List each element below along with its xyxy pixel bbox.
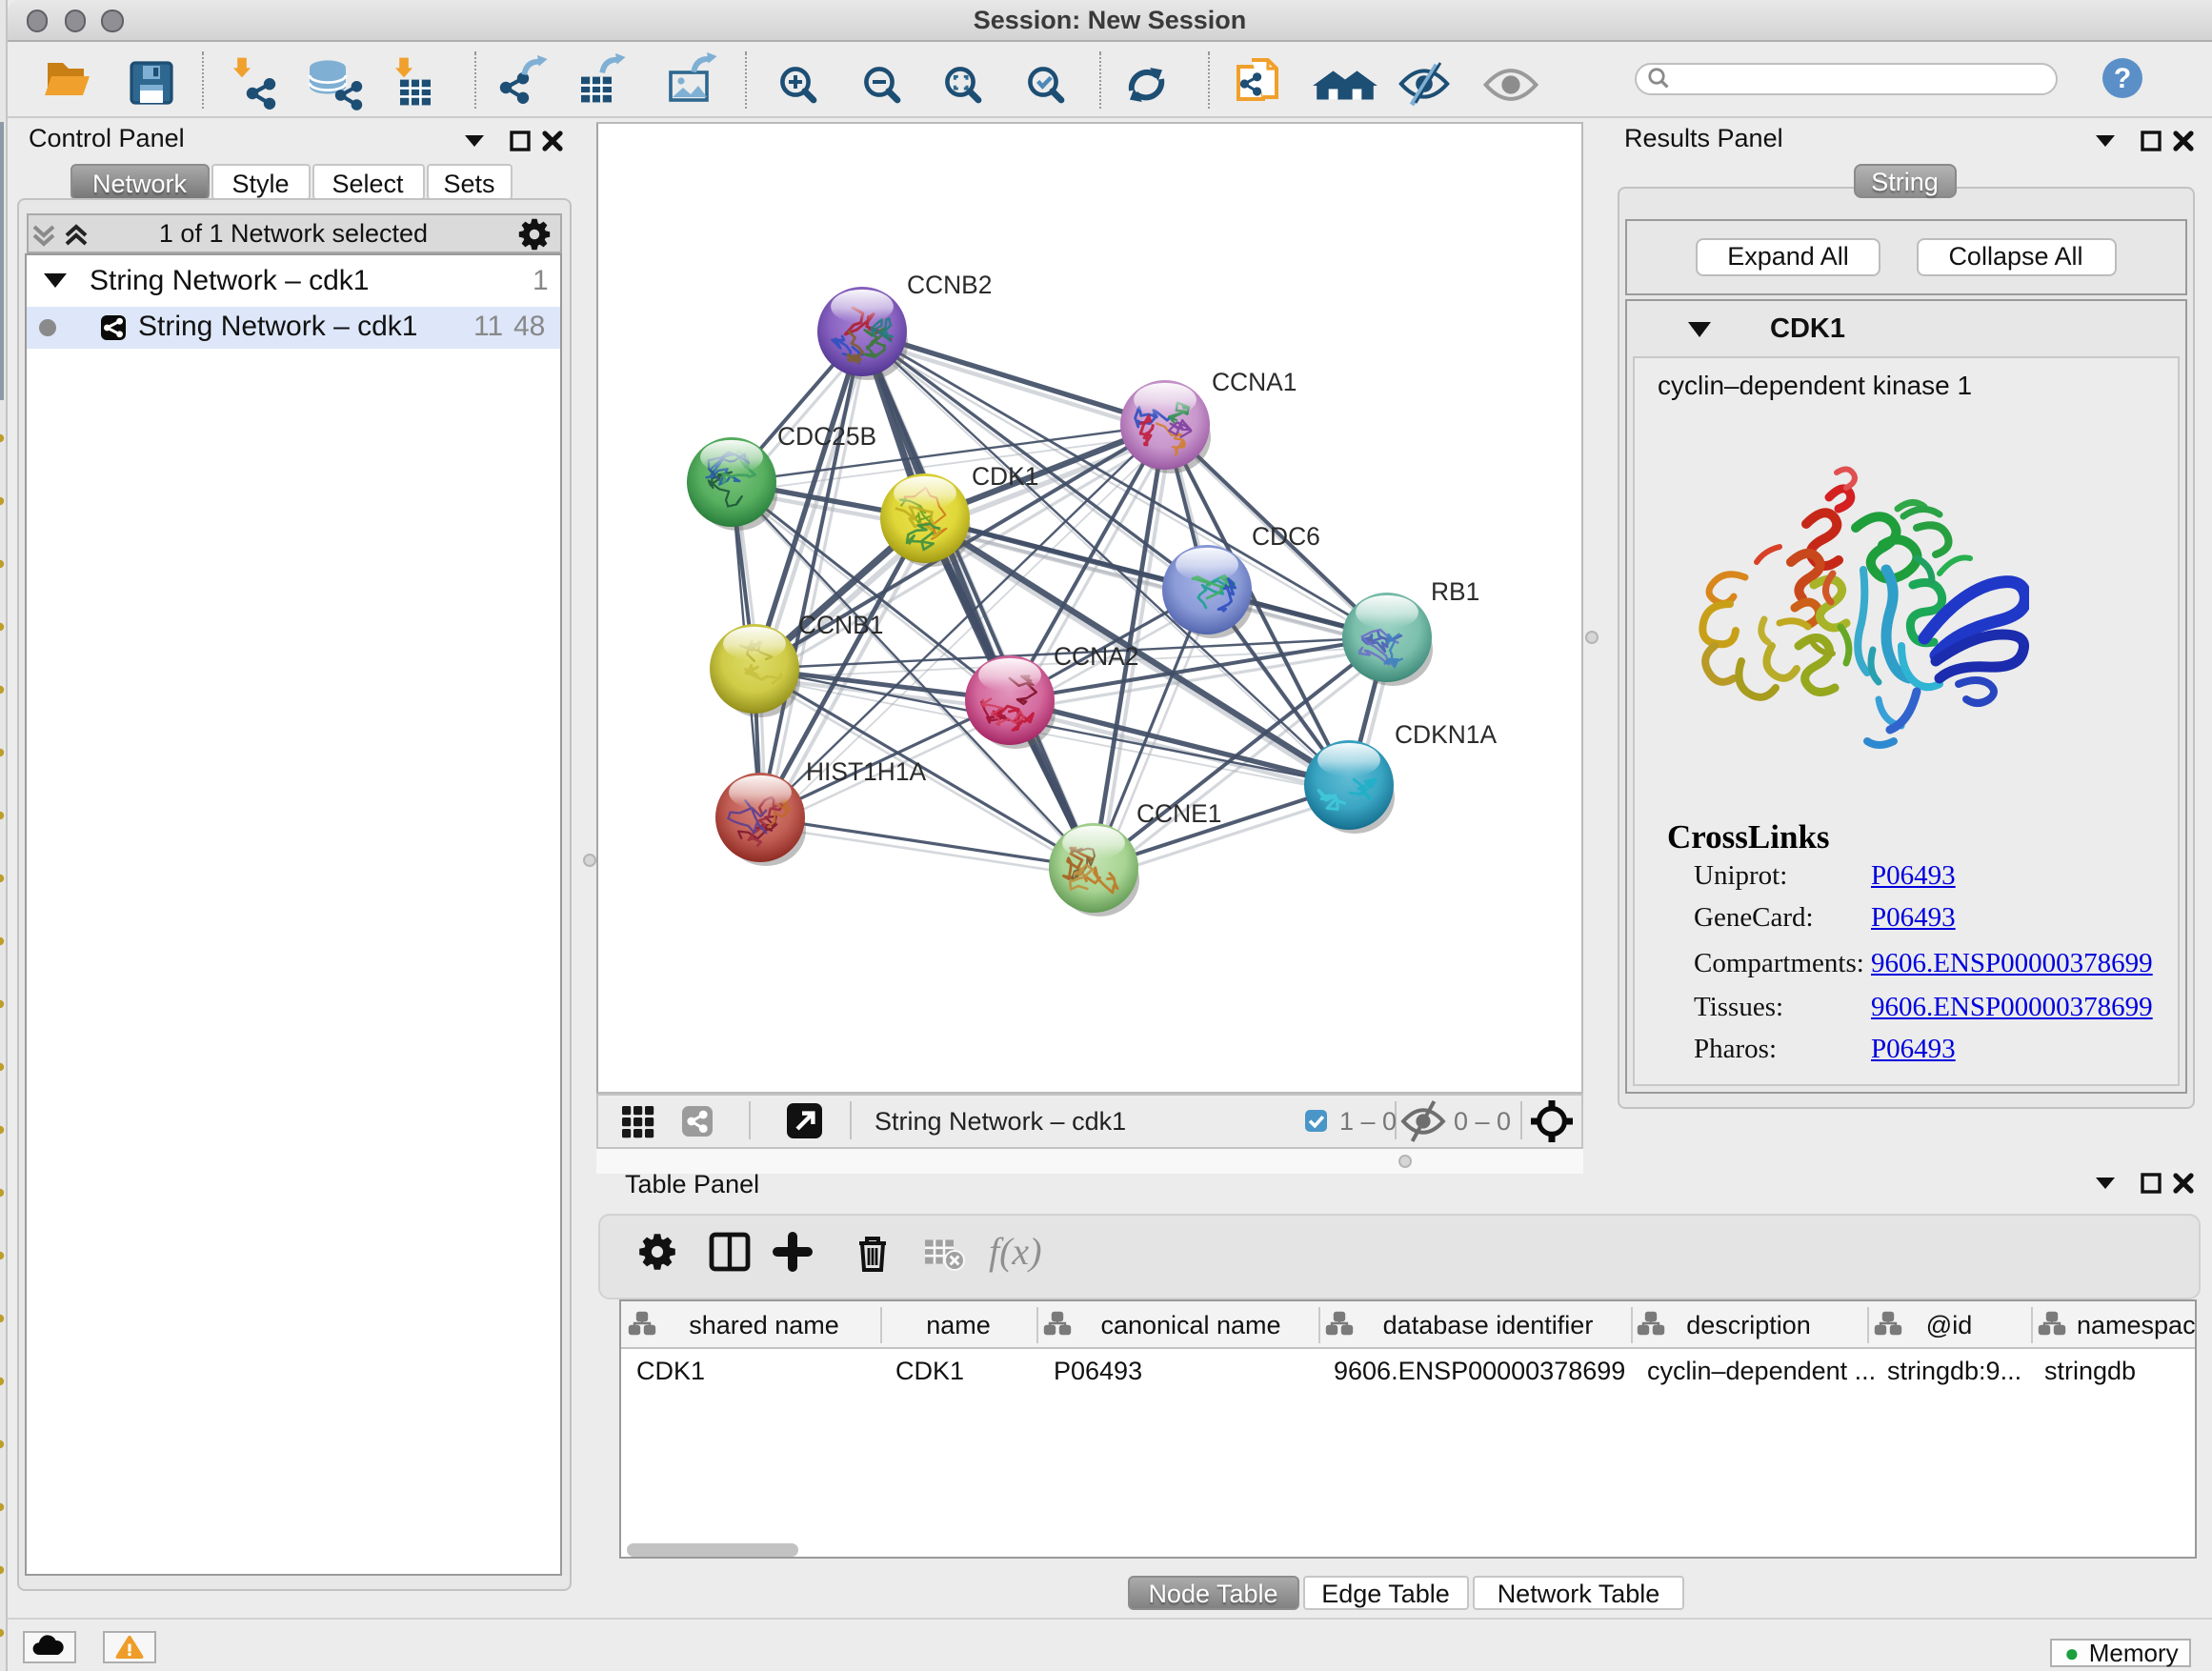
svg-text:CCNE1: CCNE1 [1136, 798, 1220, 827]
svg-text:CDC25B: CDC25B [776, 421, 875, 450]
svg-text:HIST1H1A: HIST1H1A [805, 756, 926, 785]
svg-text:CCNB1: CCNB1 [797, 610, 882, 638]
svg-text:CCNA1: CCNA1 [1211, 367, 1296, 395]
svg-text:CDK1: CDK1 [971, 461, 1037, 490]
svg-text:CCNA2: CCNA2 [1053, 641, 1137, 670]
svg-text:CDC6: CDC6 [1251, 521, 1319, 550]
svg-text:?: ? [2114, 62, 2131, 93]
svg-text:RB1: RB1 [1430, 576, 1478, 605]
svg-text:CCNB2: CCNB2 [906, 270, 991, 298]
svg-text:f(x): f(x) [989, 1230, 1042, 1273]
svg-text:CDKN1A: CDKN1A [1394, 719, 1496, 748]
